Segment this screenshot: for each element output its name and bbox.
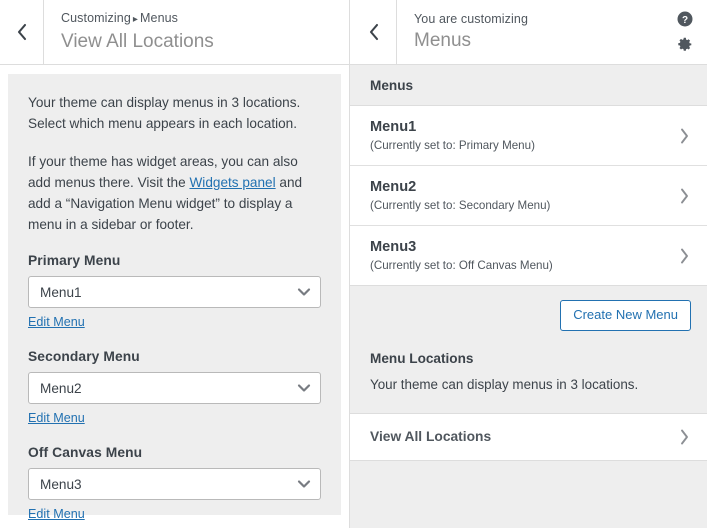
menu-location-field: Off Canvas Menu Menu3 Edit Menu [28,445,321,523]
help-circle-icon[interactable]: ? [677,11,693,27]
menu-name: Menu1 [370,119,417,135]
left-header-text: Customizing ▸ Menus View All Locations [44,0,349,64]
panel-filler [350,461,707,523]
edit-menu-link[interactable]: Edit Menu [28,315,85,329]
view-all-locations-label: View All Locations [370,429,492,444]
breadcrumb-separator-icon: ▸ [132,13,138,25]
menu-list: Menu1 (Currently set to: Primary Menu) M… [350,106,707,285]
list-item[interactable]: Menu1 (Currently set to: Primary Menu) [350,106,707,166]
chevron-right-icon [679,187,690,205]
menu-locations-title: Menu Locations [370,351,474,366]
left-panel-body: Your theme can display menus in 3 locati… [0,65,349,528]
list-item[interactable]: Menu3 (Currently set to: Off Canvas Menu… [350,226,707,285]
field-label: Secondary Menu [28,349,140,364]
left-back-button[interactable] [0,0,44,64]
select-wrapper: Menu2 [28,372,321,404]
field-label: Primary Menu [28,253,121,268]
create-new-menu-button[interactable]: Create New Menu [560,300,691,331]
select-wrapper: Menu3 [28,468,321,500]
breadcrumb-root[interactable]: Customizing [61,11,131,25]
field-label: Off Canvas Menu [28,445,143,460]
widgets-panel-link[interactable]: Widgets panel [189,175,275,190]
menu-name: Menu2 [370,179,417,195]
right-panel: You are customizing Menus ? Menus Menu1 … [349,0,707,528]
svg-text:?: ? [681,15,687,26]
menu-location-field: Primary Menu Menu1 Edit Menu [28,253,321,331]
menu-name: Menu3 [370,239,417,255]
chevron-right-icon [679,428,690,446]
chevron-right-icon [679,247,690,265]
edit-menu-link[interactable]: Edit Menu [28,411,85,425]
secondary-menu-select[interactable]: Menu2 [28,372,321,404]
left-panel: Customizing ▸ Menus View All Locations You… [0,0,349,528]
primary-menu-select[interactable]: Menu1 [28,276,321,308]
chevron-left-icon [367,22,380,42]
locations-card: Your theme can display menus in 3 locati… [8,74,341,521]
select-value: Menu3 [40,476,82,492]
right-back-button[interactable] [350,0,397,64]
select-wrapper: Menu1 [28,276,321,308]
right-header-text: You are customizing Menus [397,0,676,64]
right-panel-header: You are customizing Menus ? [350,0,707,65]
customizer-screen: Customizing ▸ Menus View All Locations You… [0,0,707,528]
view-all-locations-row[interactable]: View All Locations [350,413,707,461]
menu-assignment: (Currently set to: Primary Menu) [370,139,535,152]
header-actions: ? [676,0,707,64]
menu-location-field: Secondary Menu Menu2 Edit Menu [28,349,321,427]
chevron-left-icon [15,22,28,42]
page-title: View All Locations [61,30,214,52]
list-item[interactable]: Menu2 (Currently set to: Secondary Menu) [350,166,707,226]
breadcrumb-current: Menus [140,10,179,25]
customizing-eyebrow: You are customizing [414,11,529,26]
menu-actions: Create New Menu [350,285,707,347]
menu-locations-description: Your theme can display menus in 3 locati… [370,377,639,392]
menu-locations-block: Menu Locations Your theme can display me… [350,347,707,413]
menus-section-header: Menus [350,65,707,106]
chevron-right-icon [679,127,690,145]
edit-menu-link[interactable]: Edit Menu [28,507,85,521]
customizer-section-title: Menus [414,29,472,51]
select-value: Menu2 [40,380,82,396]
left-panel-header: Customizing ▸ Menus View All Locations [0,0,349,65]
menu-assignment: (Currently set to: Secondary Menu) [370,199,551,212]
menu-assignment: (Currently set to: Off Canvas Menu) [370,259,553,272]
off-canvas-menu-select[interactable]: Menu3 [28,468,321,500]
intro-paragraph: Your theme can display menus in 3 locati… [28,95,301,131]
widgets-paragraph: If your theme has widget areas, you can … [28,151,321,235]
select-value: Menu1 [40,284,82,300]
gear-icon[interactable] [676,36,693,53]
right-panel-body: Menus Menu1 (Currently set to: Primary M… [350,65,707,528]
breadcrumb: Customizing ▸ Menus [61,10,349,28]
